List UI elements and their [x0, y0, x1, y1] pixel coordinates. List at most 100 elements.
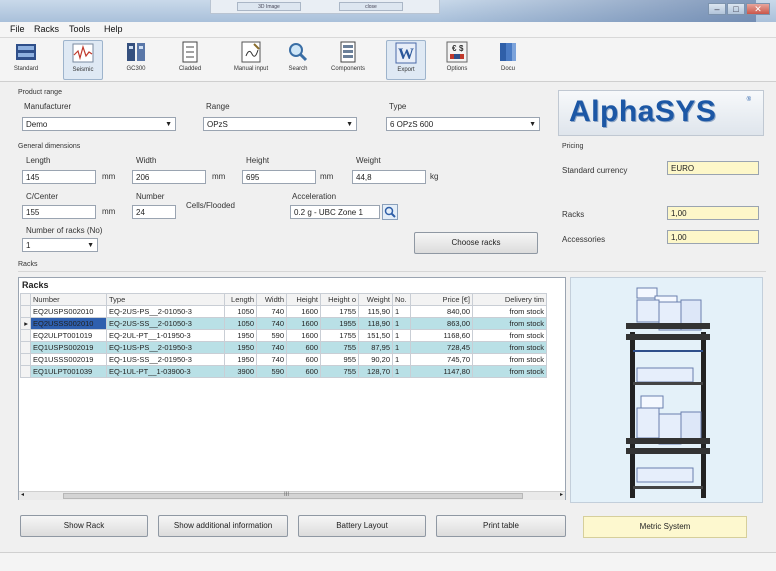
table-cell[interactable]: 840,00 — [410, 305, 473, 318]
table-cell[interactable]: 3900 — [224, 365, 257, 378]
acceleration-search-button[interactable] — [382, 204, 398, 220]
table-cell[interactable]: from stock — [472, 317, 547, 330]
table-row[interactable]: EQ1USSS002019 EQ-1US-SS__2-01950-3 1950 740… — [20, 353, 547, 366]
table-cell[interactable]: from stock — [472, 341, 547, 354]
scroll-left-icon[interactable]: ◂ — [21, 491, 24, 498]
tool-standard[interactable]: Standard — [6, 40, 46, 80]
tool-manual-input[interactable]: Manual input — [226, 40, 276, 80]
table-cell[interactable]: 1050 — [224, 317, 257, 330]
col-header-length[interactable]: Length — [224, 293, 257, 306]
col-header-price[interactable]: Price [€] — [410, 293, 473, 306]
maximize-icon[interactable]: □ — [727, 3, 745, 15]
table-cell[interactable]: 955 — [320, 353, 359, 366]
row-header[interactable] — [20, 329, 31, 342]
col-header-no[interactable]: No. — [392, 293, 411, 306]
table-horizontal-scrollbar[interactable]: ◂ III ▸ — [19, 491, 565, 500]
row-header[interactable]: ▸ — [20, 317, 31, 330]
tool-gc300[interactable]: GC300 — [116, 40, 156, 80]
table-cell[interactable]: 1950 — [224, 341, 257, 354]
length-input[interactable]: 145 — [22, 170, 96, 184]
table-cell[interactable]: 1168,60 — [410, 329, 473, 342]
table-cell[interactable]: 87,95 — [358, 341, 393, 354]
table-cell[interactable]: 745,70 — [410, 353, 473, 366]
scrollbar-thumb[interactable]: III — [63, 492, 523, 499]
width-input[interactable]: 206 — [132, 170, 206, 184]
minimize-icon[interactable]: – — [708, 3, 726, 15]
ccenter-input[interactable]: 155 — [22, 205, 96, 219]
table-cell[interactable]: EQ1USPS002019 — [30, 341, 107, 354]
battery-layout-button[interactable]: Battery Layout — [298, 515, 426, 537]
table-cell[interactable]: 740 — [256, 353, 287, 366]
tool-components[interactable]: Components — [325, 40, 371, 80]
table-cell[interactable]: 590 — [256, 329, 287, 342]
table-cell[interactable]: 1600 — [286, 305, 321, 318]
tool-export[interactable]: W Export — [386, 40, 426, 80]
table-cell[interactable]: EQ1ULPT001039 — [30, 365, 107, 378]
tool-options[interactable]: € $ Options — [437, 40, 477, 80]
table-cell[interactable]: from stock — [472, 353, 547, 366]
manufacturer-select[interactable]: Demo ▼ — [22, 117, 176, 131]
table-cell[interactable]: EQ2ULPT001019 — [30, 329, 107, 342]
table-cell[interactable]: 600 — [286, 341, 321, 354]
table-cell[interactable]: 728,45 — [410, 341, 473, 354]
menu-help[interactable]: Help — [104, 24, 123, 34]
table-cell[interactable]: 1 — [392, 305, 411, 318]
col-header-width[interactable]: Width — [256, 293, 287, 306]
menu-racks[interactable]: Racks — [34, 24, 59, 34]
table-cell[interactable]: 1755 — [320, 305, 359, 318]
table-cell[interactable]: 600 — [286, 353, 321, 366]
row-header[interactable] — [20, 353, 31, 366]
table-cell[interactable]: EQ2USSS002010 — [30, 317, 107, 330]
table-cell[interactable]: 1147,80 — [410, 365, 473, 378]
table-row[interactable]: EQ1ULPT001039 EQ-1UL-PT__1-03900-3 3900 590… — [20, 365, 547, 378]
tool-docu[interactable]: Docu — [488, 40, 528, 80]
table-cell[interactable]: 1 — [392, 365, 411, 378]
table-row[interactable]: EQ1USPS002019 EQ-1US-PS__2-01950-3 1950 740… — [20, 341, 547, 354]
row-header[interactable] — [20, 365, 31, 378]
table-cell[interactable]: EQ1USSS002019 — [30, 353, 107, 366]
table-cell[interactable]: 1050 — [224, 305, 257, 318]
show-additional-info-button[interactable]: Show additional information — [158, 515, 288, 537]
table-cell[interactable]: 1 — [392, 329, 411, 342]
table-cell[interactable]: EQ-1US-PS__2-01950-3 — [106, 341, 225, 354]
table-cell[interactable]: 115,90 — [358, 305, 393, 318]
table-cell[interactable]: from stock — [472, 365, 547, 378]
table-cell[interactable]: 1950 — [224, 353, 257, 366]
table-row[interactable]: EQ2ULPT001019 EQ-2UL-PT__1-01950-3 1950 590… — [20, 329, 547, 342]
table-cell[interactable]: 590 — [256, 365, 287, 378]
3d-image-button[interactable]: 3D Image — [237, 2, 301, 11]
type-select[interactable]: 6 OPzS 600 ▼ — [386, 117, 540, 131]
number-input[interactable]: 24 — [132, 205, 176, 219]
col-header-delivery[interactable]: Delivery tim — [472, 293, 547, 306]
acceleration-input[interactable]: 0.2 g - UBC Zone 1 — [290, 205, 380, 219]
table-cell[interactable]: 863,00 — [410, 317, 473, 330]
accessories-price-field[interactable]: 1,00 — [667, 230, 759, 244]
table-cell[interactable]: 740 — [256, 341, 287, 354]
table-cell[interactable]: EQ-2US-SS__2-01050-3 — [106, 317, 225, 330]
close-strip-button[interactable]: close — [339, 2, 403, 11]
table-cell[interactable]: EQ-2US-PS__2-01050-3 — [106, 305, 225, 318]
col-header-weight[interactable]: Weight — [358, 293, 393, 306]
table-cell[interactable]: 1 — [392, 341, 411, 354]
table-cell[interactable]: 1 — [392, 317, 411, 330]
tool-seismic[interactable]: Seismic — [63, 40, 103, 80]
menu-file[interactable]: File — [10, 24, 25, 34]
table-cell[interactable]: 600 — [286, 365, 321, 378]
table-cell[interactable]: 118,90 — [358, 317, 393, 330]
table-cell[interactable]: 755 — [320, 341, 359, 354]
height-input[interactable]: 695 — [242, 170, 316, 184]
col-header-height[interactable]: Height — [286, 293, 321, 306]
show-rack-button[interactable]: Show Rack — [20, 515, 148, 537]
table-cell[interactable]: 1955 — [320, 317, 359, 330]
table-row[interactable]: EQ2USPS002010 EQ-2US-PS__2-01050-3 1050 740… — [20, 305, 547, 318]
table-cell[interactable]: 128,70 — [358, 365, 393, 378]
table-cell[interactable]: EQ-1UL-PT__1-03900-3 — [106, 365, 225, 378]
table-cell[interactable]: 1755 — [320, 329, 359, 342]
table-cell[interactable]: from stock — [472, 305, 547, 318]
col-header-number[interactable]: Number — [30, 293, 107, 306]
table-row[interactable]: ▸ EQ2USSS002010 EQ-2US-SS__2-01050-3 1050 74… — [20, 317, 547, 330]
table-cell[interactable]: 1950 — [224, 329, 257, 342]
col-header-height-o[interactable]: Height o — [320, 293, 359, 306]
table-cell[interactable]: 740 — [256, 317, 287, 330]
currency-field[interactable]: EURO — [667, 161, 759, 175]
